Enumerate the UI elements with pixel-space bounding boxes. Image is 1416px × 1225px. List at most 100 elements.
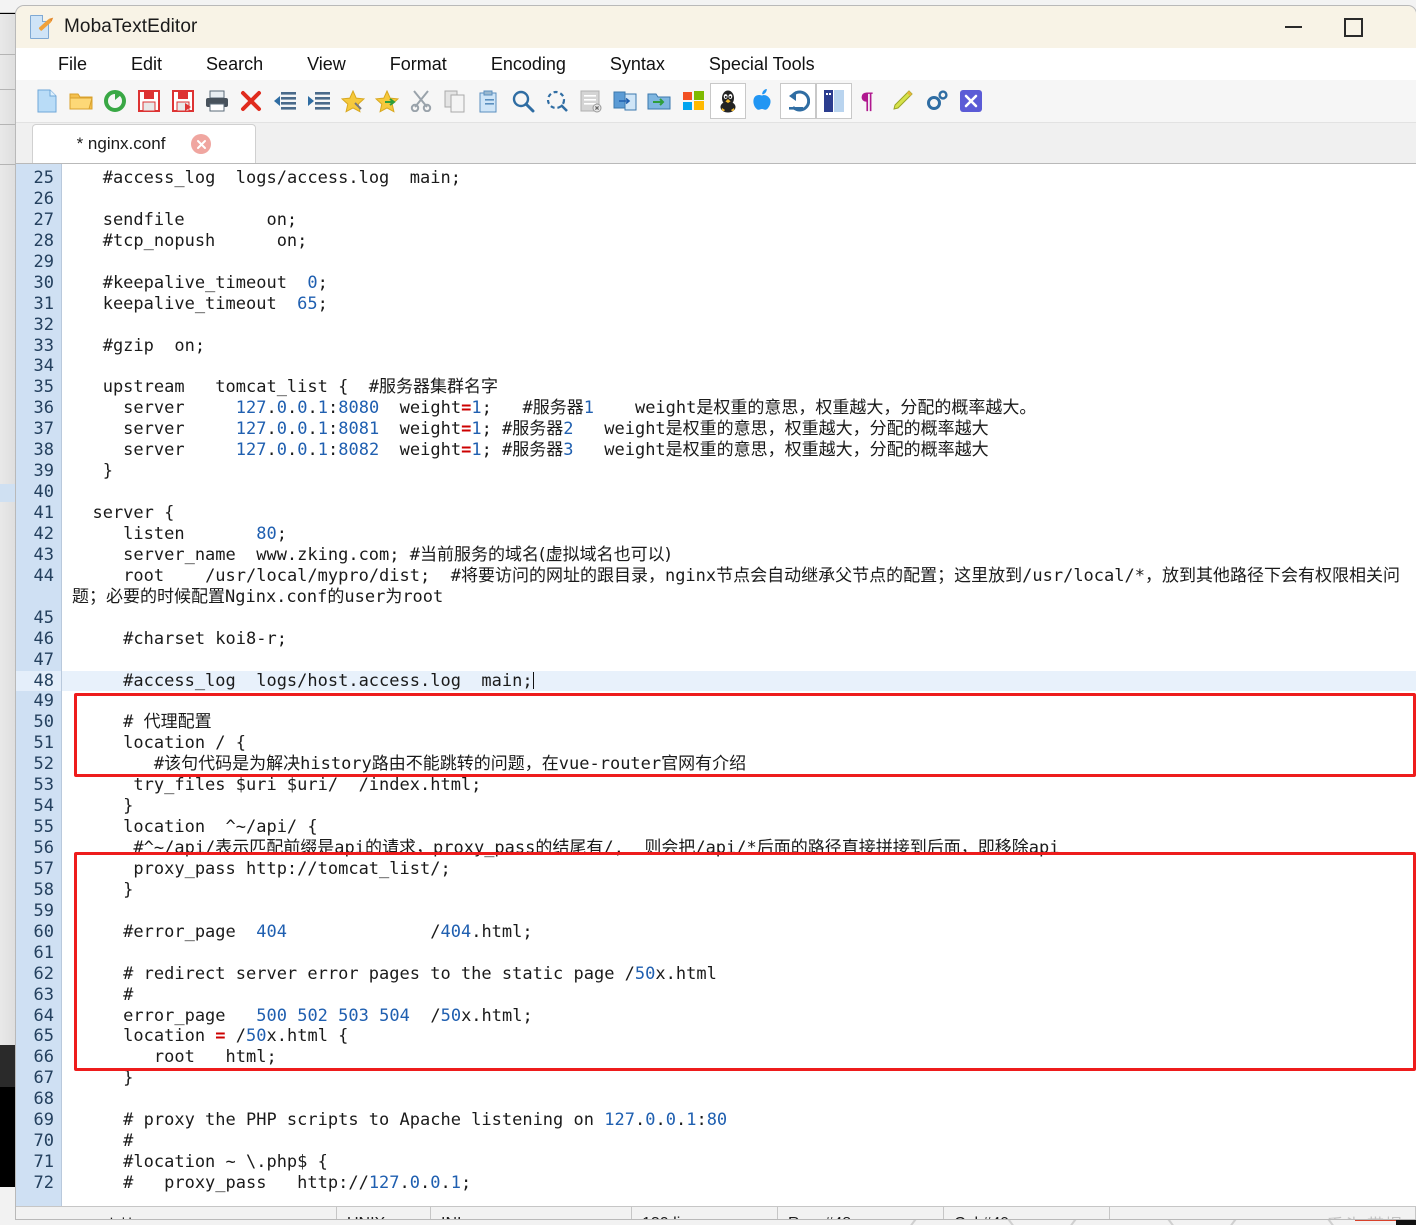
code-line[interactable]: } bbox=[62, 880, 1416, 901]
code-line[interactable]: #charset koi8-r; bbox=[62, 629, 1416, 650]
new-file-icon[interactable] bbox=[30, 84, 64, 118]
code-line[interactable]: #access_log logs/host.access.log main; bbox=[62, 670, 1416, 692]
code-line[interactable]: # proxy_pass http://127.0.0.1; bbox=[62, 1173, 1416, 1194]
code-line[interactable]: } bbox=[62, 1068, 1416, 1089]
code-line[interactable] bbox=[62, 691, 1416, 712]
code-line[interactable]: #tcp_nopush on; bbox=[62, 231, 1416, 252]
code-line[interactable]: proxy_pass http://tomcat_list/; bbox=[62, 859, 1416, 880]
save-icon[interactable] bbox=[132, 84, 166, 118]
status-eol[interactable]: UNIX bbox=[337, 1207, 431, 1219]
code-line[interactable]: # redirect server error pages to the sta… bbox=[62, 964, 1416, 985]
menu-item-encoding[interactable]: Encoding bbox=[469, 54, 588, 75]
code-line[interactable]: error_page 500 502 503 504 /50x.html; bbox=[62, 1006, 1416, 1027]
code-line[interactable]: #error_page 404 /404.html; bbox=[62, 922, 1416, 943]
merge-folder-icon[interactable] bbox=[642, 84, 676, 118]
line-number: 39 bbox=[33, 461, 54, 482]
tab-bar: * nginx.conf bbox=[16, 123, 1416, 163]
outdent-icon[interactable] bbox=[268, 84, 302, 118]
replace-icon[interactable] bbox=[540, 84, 574, 118]
maximize-button[interactable] bbox=[1330, 6, 1376, 48]
code-line[interactable] bbox=[62, 608, 1416, 629]
tab-close-icon[interactable] bbox=[191, 134, 212, 154]
cut-icon[interactable] bbox=[404, 84, 438, 118]
code-line[interactable]: # 代理配置 bbox=[62, 712, 1416, 733]
menu-item-search[interactable]: Search bbox=[184, 54, 285, 75]
menu-item-format[interactable]: Format bbox=[368, 54, 469, 75]
code-line[interactable]: #该句代码是为解决history路由不能跳转的问题，在vue-router官网有… bbox=[62, 754, 1416, 775]
settings-gears-icon[interactable] bbox=[920, 84, 954, 118]
code-line[interactable]: } bbox=[62, 461, 1416, 482]
mac-format-icon[interactable] bbox=[746, 84, 780, 118]
minimize-button[interactable] bbox=[1270, 6, 1316, 48]
code-line[interactable] bbox=[62, 901, 1416, 922]
linux-format-icon[interactable] bbox=[710, 83, 746, 119]
line-number: 60 bbox=[33, 921, 54, 942]
exit-icon[interactable] bbox=[954, 84, 988, 118]
code-line[interactable] bbox=[62, 1089, 1416, 1110]
code-line[interactable] bbox=[62, 943, 1416, 964]
open-folder-icon[interactable] bbox=[64, 84, 98, 118]
code-line[interactable]: server { bbox=[62, 503, 1416, 524]
code-line[interactable] bbox=[62, 252, 1416, 273]
code-line[interactable] bbox=[62, 315, 1416, 336]
code-line[interactable]: listen 80; bbox=[62, 524, 1416, 545]
code-line[interactable]: location = /50x.html { bbox=[62, 1026, 1416, 1047]
code-line[interactable]: root /usr/local/mypro/dist; #将要访问的网址的跟目录… bbox=[62, 566, 1416, 608]
clear-icon[interactable] bbox=[574, 84, 608, 118]
code-line[interactable]: upstream tomcat_list { #服务器集群名字 bbox=[62, 377, 1416, 398]
save-as-icon[interactable] bbox=[166, 84, 200, 118]
print-icon[interactable] bbox=[200, 84, 234, 118]
code-line[interactable]: try_files $uri $uri/ /index.html; bbox=[62, 775, 1416, 796]
code-line[interactable]: server 127.0.0.1:8080 weight=1; #服务器1 we… bbox=[62, 398, 1416, 419]
tab-nginx-conf[interactable]: * nginx.conf bbox=[32, 124, 256, 163]
status-language[interactable]: INI bbox=[431, 1207, 632, 1219]
code-line[interactable]: server 127.0.0.1:8082 weight=1; #服务器3 we… bbox=[62, 440, 1416, 461]
status-row: Row #48 bbox=[778, 1207, 944, 1219]
code-line[interactable] bbox=[62, 189, 1416, 210]
close-icon[interactable] bbox=[234, 84, 268, 118]
code-line[interactable]: # proxy the PHP scripts to Apache listen… bbox=[62, 1110, 1416, 1131]
undo-icon[interactable] bbox=[780, 83, 816, 119]
find-icon[interactable] bbox=[506, 84, 540, 118]
menu-item-special-tools[interactable]: Special Tools bbox=[687, 54, 837, 75]
line-number: 43 bbox=[33, 544, 54, 565]
code-line[interactable] bbox=[62, 650, 1416, 671]
code-line[interactable]: root html; bbox=[62, 1047, 1416, 1068]
code-line[interactable]: #location ~ \.php$ { bbox=[62, 1152, 1416, 1173]
reload-icon[interactable] bbox=[98, 84, 132, 118]
code-line[interactable]: # bbox=[62, 1131, 1416, 1152]
indent-icon[interactable] bbox=[302, 84, 336, 118]
code-text-area[interactable]: #access_log logs/access.log main; sendfi… bbox=[62, 164, 1416, 1206]
menu-item-syntax[interactable]: Syntax bbox=[588, 54, 687, 75]
code-line[interactable]: } bbox=[62, 796, 1416, 817]
line-number: 57 bbox=[33, 858, 54, 879]
bookmark-add-icon[interactable] bbox=[336, 84, 370, 118]
line-number: 70 bbox=[33, 1131, 54, 1152]
code-line[interactable]: #gzip on; bbox=[62, 336, 1416, 357]
code-line[interactable]: sendfile on; bbox=[62, 210, 1416, 231]
code-line[interactable] bbox=[62, 482, 1416, 503]
code-editor[interactable]: 25 26 27 28 29 30 31 32 33 34 35 36 37 38 39 40 41 42 43 44… bbox=[16, 163, 1416, 1206]
menu-item-view[interactable]: View bbox=[285, 54, 368, 75]
line-number: 33 bbox=[33, 335, 54, 356]
paste-icon[interactable] bbox=[472, 84, 506, 118]
code-line[interactable]: location / { bbox=[62, 733, 1416, 754]
bookmark-next-icon[interactable] bbox=[370, 84, 404, 118]
highlighter-icon[interactable] bbox=[886, 84, 920, 118]
code-line[interactable] bbox=[62, 356, 1416, 377]
code-line[interactable]: keepalive_timeout 65; bbox=[62, 294, 1416, 315]
code-line[interactable]: #keepalive_timeout 0; bbox=[62, 273, 1416, 294]
compare-file-icon[interactable] bbox=[608, 84, 642, 118]
menu-item-file[interactable]: File bbox=[36, 54, 109, 75]
code-line[interactable]: #^~/api/表示匹配前缀是api的请求，proxy_pass的结尾有/, 则… bbox=[62, 838, 1416, 859]
code-line[interactable]: location ^~/api/ { bbox=[62, 817, 1416, 838]
pilcrow-icon[interactable]: ¶ bbox=[852, 84, 886, 118]
code-line[interactable]: #access_log logs/access.log main; bbox=[62, 168, 1416, 189]
copy-icon[interactable] bbox=[438, 84, 472, 118]
menu-item-edit[interactable]: Edit bbox=[109, 54, 184, 75]
code-line[interactable]: # bbox=[62, 985, 1416, 1006]
book-view-icon[interactable] bbox=[816, 83, 852, 119]
code-line[interactable]: server 127.0.0.1:8081 weight=1; #服务器2 we… bbox=[62, 419, 1416, 440]
code-line[interactable]: server_name www.zking.com; #当前服务的域名(虚拟域名… bbox=[62, 545, 1416, 566]
windows-format-icon[interactable] bbox=[676, 84, 710, 118]
